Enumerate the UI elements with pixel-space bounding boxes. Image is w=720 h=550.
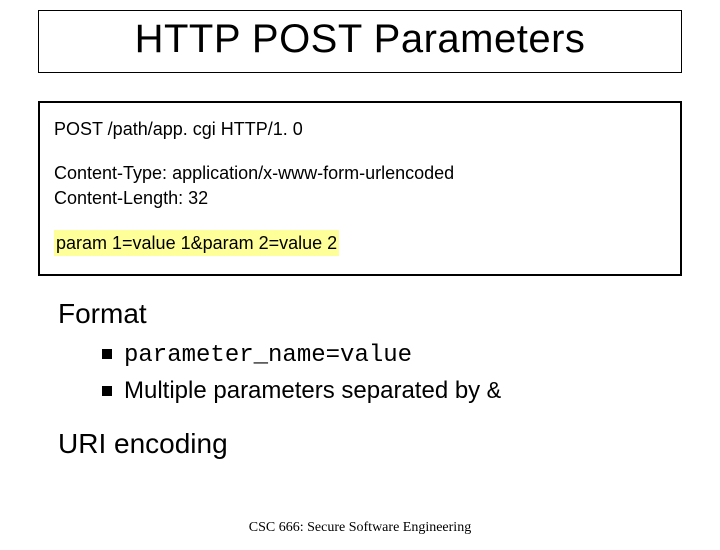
header-content-length: Content-Length: 32 (54, 186, 666, 210)
blank-line (54, 210, 666, 230)
http-request-box: POST /path/app. cgi HTTP/1. 0 Content-Ty… (38, 101, 682, 276)
uri-encoding-heading: URI encoding (58, 428, 662, 460)
bullet-square-icon (102, 349, 112, 359)
request-body-highlight: param 1=value 1&param 2=value 2 (54, 230, 339, 256)
slide-title: HTTP POST Parameters (47, 17, 673, 62)
list-item: Multiple parameters separated by & (102, 377, 662, 406)
slide-footer: CSC 666: Secure Software Engineering (0, 520, 720, 536)
format-example-code: parameter_name=value (124, 342, 412, 369)
bullet-square-icon (102, 386, 112, 396)
blank-line (54, 141, 666, 161)
ampersand-code: & (487, 379, 501, 406)
format-bullets: parameter_name=value Multiple parameters… (102, 340, 662, 406)
request-line: POST /path/app. cgi HTTP/1. 0 (54, 117, 666, 141)
slide-title-box: HTTP POST Parameters (38, 10, 682, 73)
request-body-line: param 1=value 1&param 2=value 2 (54, 230, 666, 256)
header-content-type: Content-Type: application/x-www-form-url… (54, 161, 666, 185)
body-content: Format parameter_name=value Multiple par… (58, 298, 662, 460)
bullet-text: Multiple parameters separated by (124, 377, 487, 404)
list-item: parameter_name=value (102, 340, 662, 369)
format-heading: Format (58, 298, 662, 330)
